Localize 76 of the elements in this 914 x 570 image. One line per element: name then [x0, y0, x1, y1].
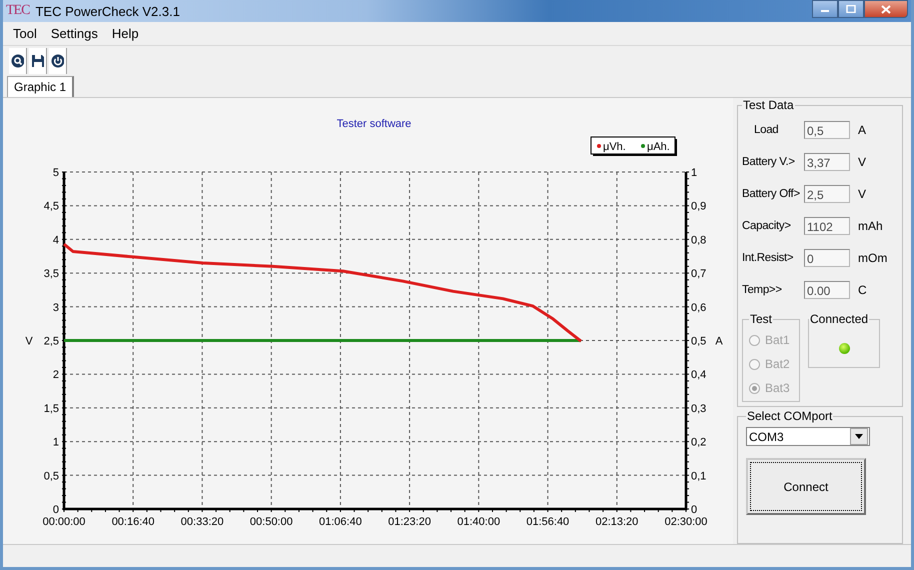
axis-tick-label: 0,6	[691, 302, 706, 314]
group-title: Connected	[809, 312, 870, 326]
axis-tick-label: 2	[52, 369, 59, 382]
save-icon[interactable]	[29, 48, 47, 74]
search-icon[interactable]	[9, 48, 27, 74]
group-title: Select COMport	[746, 409, 834, 423]
axis-tick-label: 01:06:40	[319, 516, 362, 528]
field-label: Battery V.>	[742, 156, 796, 168]
axis-tick-label: 00:33:20	[180, 516, 224, 528]
axis-tick-label: 01:56:40	[526, 516, 570, 528]
unit-label: mAh	[858, 219, 883, 233]
field-label: Battery Off>	[742, 188, 801, 200]
axis-tick-label: 1	[691, 167, 698, 179]
axis-tick-label: 0,5	[691, 336, 706, 348]
tab[interactable]: Graphic 1	[7, 76, 74, 97]
unit-label: V	[858, 187, 866, 201]
axis-tick-label: 00:50:00	[250, 516, 293, 528]
axis-tick-label: 00:00:00	[42, 516, 86, 528]
value-field[interactable]: 3,37	[804, 153, 850, 171]
axis-tick-label: 4,5	[44, 200, 59, 213]
field-label: Temp>>	[742, 284, 783, 296]
minimize-button[interactable]	[812, 0, 838, 18]
power-icon[interactable]	[49, 48, 67, 74]
menu-item[interactable]: Settings	[44, 26, 104, 41]
axis-tick-label: 0,8	[691, 234, 706, 246]
app-logo: TEC	[6, 3, 30, 19]
axis-tick-label: 0,4	[691, 369, 706, 382]
axis-tick-label: 0	[52, 504, 59, 516]
axis-tick-label: 2,5	[44, 336, 59, 348]
axis-tick-label: 01:23:20	[388, 516, 431, 528]
comport-dropdown[interactable]: COM3	[746, 427, 870, 446]
unit-label: V	[858, 155, 866, 169]
menu-item[interactable]: Help	[106, 26, 145, 41]
axis-tick-label: 02:30:00	[664, 516, 708, 528]
field-label: Int.Resist>	[742, 252, 794, 264]
axis-tick-label: 1,5	[44, 402, 59, 415]
unit-label: A	[858, 123, 866, 137]
axis-tick-label: 0,3	[691, 402, 706, 415]
axis-tick-label: 0,9	[691, 200, 706, 213]
axis-unit-label: A	[715, 336, 723, 348]
axis-tick-label: 02:13:20	[595, 516, 638, 528]
value-field[interactable]: 0	[804, 249, 850, 267]
axis-tick-label: 0,2	[691, 436, 706, 449]
value-field[interactable]: 2,5	[804, 185, 850, 203]
group-title: Test	[749, 312, 774, 326]
axis-tick-label: 0,1	[691, 470, 706, 482]
group-title: Test Data	[742, 98, 795, 112]
axis-tick-label: 5	[52, 167, 59, 179]
maximize-button[interactable]	[838, 0, 864, 18]
axis-tick-label: 00:16:40	[112, 516, 155, 528]
maximize-icon	[846, 5, 856, 13]
axis-tick-label: 3	[52, 302, 59, 314]
menu-item[interactable]: Tool	[7, 26, 43, 41]
axis-tick-label: 0,7	[691, 268, 706, 280]
close-icon	[881, 4, 891, 14]
axis-unit-label: V	[25, 336, 33, 348]
axis-tick-label: 0	[691, 504, 698, 516]
axis-tick-label: 01:40:00	[457, 516, 500, 528]
axis-tick-label: 1	[52, 436, 59, 449]
legend-label: μVh.	[603, 141, 626, 153]
axis-tick-label: 4	[52, 234, 59, 246]
dropdown-arrow-icon	[855, 434, 863, 439]
legend-label: μAh.	[647, 141, 670, 153]
field-label: Capacity>	[742, 220, 792, 232]
field-label: Load	[753, 124, 780, 136]
value-field[interactable]: 0,5	[804, 121, 850, 139]
value-field[interactable]: 1102	[804, 217, 850, 235]
connect-button[interactable]: Connect	[746, 458, 866, 515]
chart-subtitle: Tester software	[336, 118, 412, 130]
axis-tick-label: 3,5	[44, 268, 59, 280]
unit-label: C	[858, 283, 867, 297]
unit-label: mOm	[858, 251, 888, 265]
value-field[interactable]: 0.00	[804, 281, 850, 299]
window-title: TEC PowerCheck V2.3.1	[35, 4, 180, 18]
axis-tick-label: 0,5	[44, 470, 59, 482]
close-button[interactable]	[864, 0, 908, 18]
